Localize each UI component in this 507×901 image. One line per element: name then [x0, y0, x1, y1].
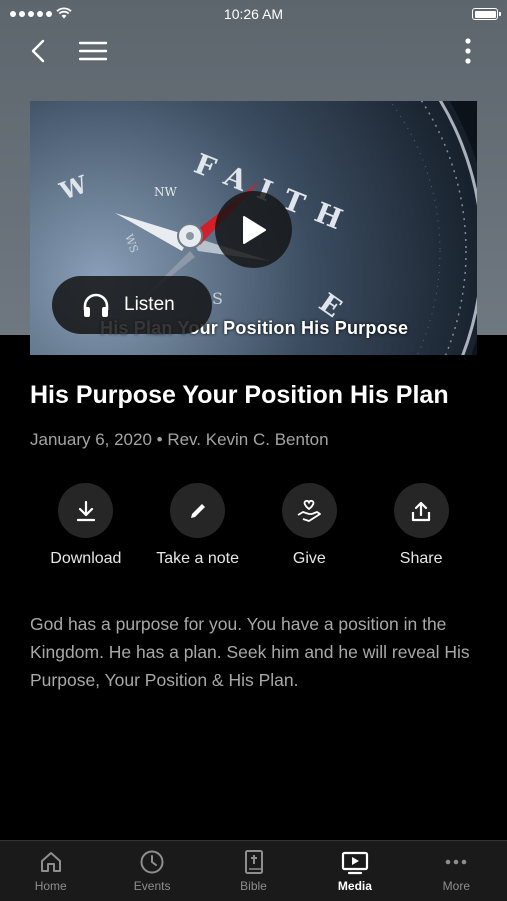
- sermon-title: His Purpose Your Position His Plan: [30, 381, 449, 409]
- sermon-description: God has a purpose for you. You have a po…: [30, 614, 470, 690]
- home-icon: [40, 852, 61, 872]
- tab-bible[interactable]: Bible: [203, 841, 304, 901]
- share-label: Share: [399, 550, 443, 567]
- tab-events[interactable]: Events: [101, 841, 202, 901]
- listen-button[interactable]: Listen: [52, 276, 212, 334]
- hamburger-menu-icon: [79, 41, 107, 61]
- tab-media[interactable]: Media: [304, 841, 405, 901]
- download-circle: [58, 483, 114, 538]
- give-circle: [281, 483, 337, 538]
- share-button[interactable]: Share: [365, 483, 477, 568]
- status-bar: 10:26 AM: [0, 0, 507, 28]
- more-vertical-icon: [465, 38, 471, 64]
- headphones-icon: [83, 293, 109, 317]
- tab-media-label: Media: [337, 879, 372, 893]
- more-options-button[interactable]: [450, 33, 486, 69]
- play-icon: [242, 215, 266, 244]
- take-note-label: Take a note: [156, 550, 239, 567]
- give-label: Give: [292, 550, 326, 567]
- battery-icon: [472, 8, 501, 20]
- download-button[interactable]: Download: [30, 483, 142, 568]
- media-icon: [341, 851, 369, 875]
- tab-events-label: Events: [133, 879, 171, 893]
- listen-label: Listen: [124, 294, 175, 315]
- clock-icon: [140, 850, 164, 874]
- note-circle: [170, 483, 226, 538]
- share-circle: [393, 483, 449, 538]
- tab-home-label: Home: [34, 879, 67, 893]
- sermon-meta: January 6, 2020 • Rev. Kevin C. Benton: [30, 430, 329, 449]
- tab-home[interactable]: Home: [0, 841, 101, 901]
- compass-label-s: S: [212, 289, 223, 308]
- share-icon: [412, 501, 431, 521]
- give-heart-hand-icon: [297, 499, 322, 522]
- play-button[interactable]: [215, 191, 292, 268]
- menu-button[interactable]: [75, 33, 111, 69]
- give-button[interactable]: Give: [254, 483, 366, 568]
- status-time: 10:26 AM: [223, 6, 284, 22]
- take-note-button[interactable]: Take a note: [142, 483, 254, 568]
- compass-label-nw: NW: [154, 185, 177, 199]
- action-row: Download Take a note Give Share: [30, 483, 477, 568]
- back-button[interactable]: [20, 33, 56, 69]
- pencil-icon: [190, 503, 205, 518]
- tab-bar: Home Events Bible Media More: [0, 840, 507, 901]
- more-horizontal-icon: [446, 859, 467, 865]
- tab-more-label: More: [442, 879, 470, 893]
- chevron-left-icon: [31, 39, 45, 63]
- bible-icon: [244, 850, 263, 874]
- download-icon: [76, 500, 95, 521]
- download-label: Download: [50, 550, 122, 567]
- tab-bible-label: Bible: [240, 879, 267, 893]
- tab-more[interactable]: More: [406, 841, 507, 901]
